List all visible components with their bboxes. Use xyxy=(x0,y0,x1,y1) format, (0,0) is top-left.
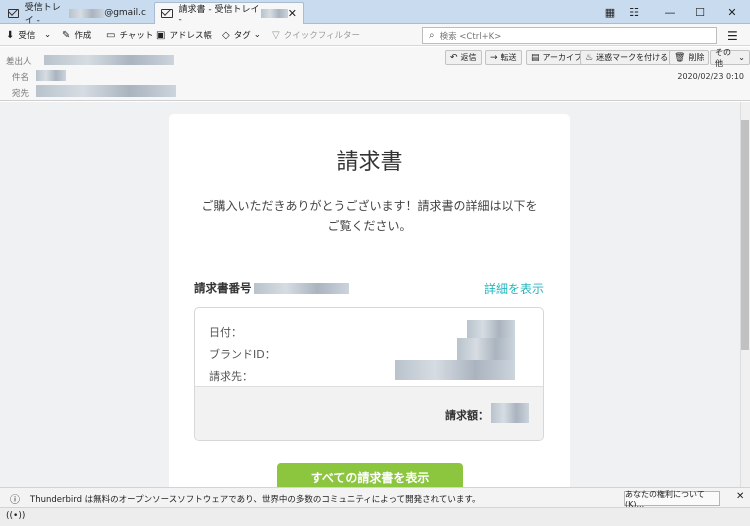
search-icon: ⌕ xyxy=(429,30,435,41)
forward-label: 転送 xyxy=(500,53,517,62)
tab-close-icon[interactable]: ✕ xyxy=(288,7,297,20)
your-rights-button[interactable]: あなたの権利について(K)... xyxy=(624,490,720,509)
tag-button[interactable]: ◇ タグ ⌄ xyxy=(222,27,261,43)
get-mail-label: 受信 xyxy=(18,31,36,41)
tasks-icon[interactable]: ☷ xyxy=(620,3,648,21)
address-book-icon: ▣ xyxy=(156,29,166,41)
message-date: 2020/02/23 0:10 xyxy=(677,72,744,81)
reply-icon: ↶ xyxy=(450,52,458,63)
search-input[interactable]: ⌕ 検索 <Ctrl+K> xyxy=(422,27,717,44)
scrollbar-thumb[interactable] xyxy=(741,120,749,350)
archive-icon: ▤ xyxy=(531,52,540,63)
reply-label: 返信 xyxy=(460,53,477,62)
chevron-down-icon: ⌄ xyxy=(738,53,745,62)
invoice-info-box: 日付： ブランドID： 請求先： 請求額： xyxy=(194,307,544,441)
tag-icon: ◇ xyxy=(222,29,230,41)
invoice-number-label: 請求書番号 xyxy=(194,281,252,295)
view-all-invoices-button[interactable]: すべての請求書を表示 xyxy=(277,463,463,487)
search-placeholder: 検索 <Ctrl+K> xyxy=(439,31,502,42)
view-details-link[interactable]: 詳細を表示 xyxy=(484,280,544,297)
delete-label: 削除 xyxy=(688,53,705,62)
chat-button[interactable]: ▭ チャット xyxy=(106,27,153,43)
archive-button[interactable]: ▤ アーカイブ xyxy=(526,50,588,65)
address-book-label: アドレス帳 xyxy=(169,31,212,41)
redacted-date xyxy=(467,320,515,338)
invoice-card: 請求書 ご購入いただきありがとうございます！請求書の詳細は以下をご覧ください。 … xyxy=(169,114,570,487)
redacted-to xyxy=(36,85,176,97)
archive-label: アーカイブ xyxy=(542,53,583,62)
forward-icon: → xyxy=(490,52,498,63)
bill-to-label: 請求先： xyxy=(209,370,253,383)
close-notification-icon[interactable]: ✕ xyxy=(736,491,744,502)
app-menu-button[interactable]: ☰ xyxy=(727,29,738,43)
subject-label: 件名 xyxy=(12,73,30,83)
date-label: 日付： xyxy=(209,326,242,339)
chat-label: チャット xyxy=(119,31,154,41)
write-label: 作成 xyxy=(74,31,92,41)
redacted-invoice-number xyxy=(253,282,349,294)
main-toolbar: ⬇ 受信 ⌄ ✎ 作成 ▭ チャット ▣ アドレス帳 ◇ タグ ⌄ ▽ クイックフィルター ⌕… xyxy=(0,24,750,46)
trash-icon: 🗑 xyxy=(674,52,686,63)
pencil-icon: ✎ xyxy=(62,29,71,41)
intro-text: ご購入いただきありがとうございます！請求書の詳細は以下をご覧ください。 xyxy=(201,199,538,233)
tab-inbox-label: 受信トレイ - xyxy=(24,3,61,26)
redacted-total xyxy=(491,403,529,423)
tag-label: タグ xyxy=(233,31,251,41)
junk-button[interactable]: ♨ 迷惑マークを付ける xyxy=(580,50,674,65)
invoice-number-row: 請求書番号 xyxy=(194,280,349,296)
other-actions-button[interactable]: その他 ⌄ xyxy=(710,48,750,68)
tab-invoice[interactable]: 請求書 - 受信トレイ - ✕ xyxy=(154,2,304,25)
chevron-down-icon: ⌄ xyxy=(253,30,261,40)
chat-icon: ▭ xyxy=(106,29,116,41)
total-label: 請求額： xyxy=(445,409,489,422)
total-row: 請求額： xyxy=(195,386,543,440)
quick-filter-button[interactable]: ▽ クイックフィルター xyxy=(272,27,360,43)
download-icon: ⬇ xyxy=(6,29,15,41)
from-label: 差出人 xyxy=(6,57,32,67)
redacted-from xyxy=(44,55,174,65)
minimize-button[interactable]: — xyxy=(656,3,684,21)
info-icon: ⓘ xyxy=(10,495,20,506)
chevron-down-icon: ⌄ xyxy=(44,30,52,40)
flame-icon: ♨ xyxy=(585,52,594,63)
mail-icon xyxy=(8,8,19,18)
tab-invoice-label: 請求書 - 受信トレイ - xyxy=(178,5,260,25)
status-bar: ((•)) xyxy=(0,507,750,526)
forward-button[interactable]: → 転送 xyxy=(485,50,522,65)
redacted-account xyxy=(261,9,288,18)
redacted-subject xyxy=(36,70,66,81)
brand-id-label: ブランドID： xyxy=(209,348,276,361)
redacted-account xyxy=(69,8,105,18)
maximize-button[interactable]: ☐ xyxy=(686,3,714,21)
get-mail-dropdown[interactable]: ⌄ xyxy=(44,27,51,43)
write-button[interactable]: ✎ 作成 xyxy=(62,27,91,43)
delete-button[interactable]: 🗑 削除 xyxy=(669,50,710,65)
get-mail-button[interactable]: ⬇ 受信 xyxy=(6,27,35,43)
close-button[interactable]: ✕ xyxy=(718,3,746,21)
junk-label: 迷惑マークを付ける xyxy=(596,53,669,62)
filter-icon: ▽ xyxy=(272,29,280,41)
message-body: 請求書 ご購入いただきありがとうございます！請求書の詳細は以下をご覧ください。 … xyxy=(0,102,740,487)
message-header: 差出人 件名 宛先 ↶ 返信 → 転送 ▤ アーカイブ ♨ 迷惑マークを付ける 🗑 削除 … xyxy=(0,47,750,101)
redacted-bill-to xyxy=(395,360,515,380)
tab-inbox-suffix: @gmail.c xyxy=(104,8,146,18)
mail-icon xyxy=(161,9,173,18)
notification-bar: ⓘ Thunderbird は無料のオープンソースソフトウェアであり、世界中の多… xyxy=(0,487,750,509)
notification-text: Thunderbird は無料のオープンソースソフトウェアであり、世界中の多数の… xyxy=(30,495,481,505)
tab-bar: 受信トレイ - @gmail.c 請求書 - 受信トレイ - ✕ ▦ ☷ — ☐… xyxy=(0,0,750,26)
tab-inbox[interactable]: 受信トレイ - @gmail.c xyxy=(2,2,152,26)
quick-filter-label: クイックフィルター xyxy=(283,31,361,41)
reply-button[interactable]: ↶ 返信 xyxy=(445,50,482,65)
other-label: その他 xyxy=(715,47,731,68)
invoice-title: 請求書 xyxy=(336,150,403,175)
address-book-button[interactable]: ▣ アドレス帳 xyxy=(156,27,212,43)
redacted-brand-id xyxy=(457,338,515,360)
to-label: 宛先 xyxy=(12,89,30,99)
online-status-icon[interactable]: ((•)) xyxy=(6,511,25,521)
